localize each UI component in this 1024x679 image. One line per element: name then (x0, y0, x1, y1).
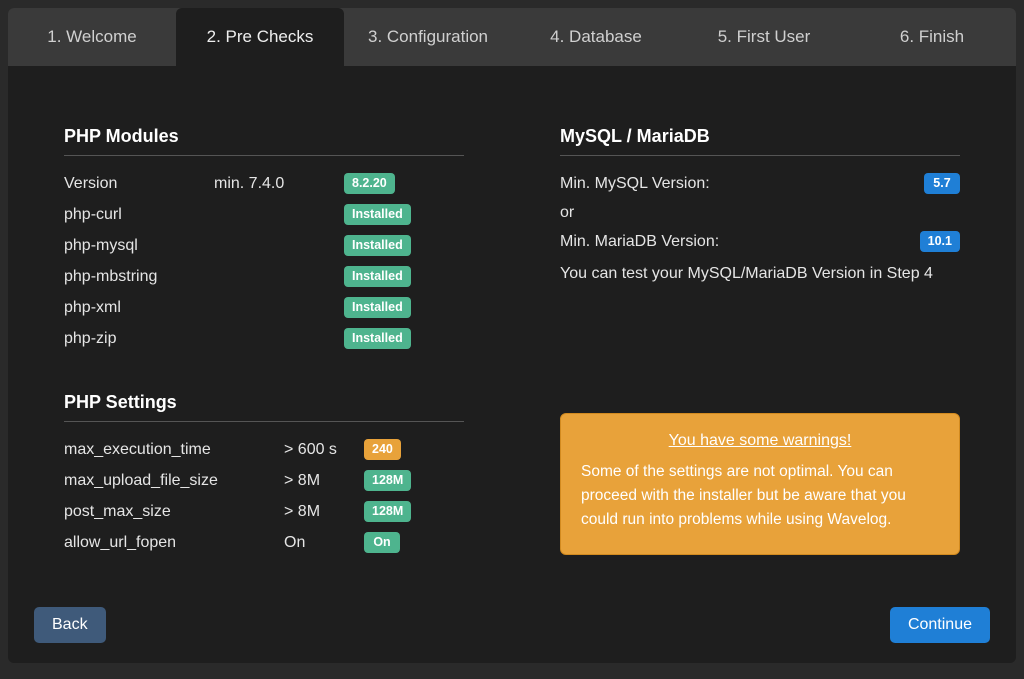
db-title: MySQL / MariaDB (560, 126, 960, 156)
module-name: Version (64, 176, 214, 192)
php-modules-title: PHP Modules (64, 126, 464, 156)
status-badge: Installed (344, 266, 411, 287)
php-module-row: php-xml Installed (64, 292, 464, 323)
module-name: php-xml (64, 300, 214, 316)
or-text: or (560, 205, 574, 221)
php-module-row: php-zip Installed (64, 323, 464, 354)
setting-req: > 8M (284, 473, 364, 489)
content-area: PHP Modules Version min. 7.4.0 8.2.20 ph… (8, 66, 1016, 607)
php-settings-title: PHP Settings (64, 392, 464, 422)
php-module-row: php-mbstring Installed (64, 261, 464, 292)
left-column: PHP Modules Version min. 7.4.0 8.2.20 ph… (64, 126, 464, 607)
setting-name: max_execution_time (64, 442, 284, 458)
setting-req: On (284, 535, 364, 551)
status-badge: 5.7 (924, 173, 960, 194)
module-name: php-zip (64, 331, 214, 347)
status-badge: 128M (364, 501, 411, 522)
module-req: min. 7.4.0 (214, 176, 344, 192)
setting-name: allow_url_fopen (64, 535, 284, 551)
db-mysql-row: Min. MySQL Version: 5.7 (560, 168, 960, 199)
setting-name: post_max_size (64, 504, 284, 520)
php-setting-row: max_upload_file_size > 8M 128M (64, 465, 464, 496)
php-module-row: php-mysql Installed (64, 230, 464, 261)
module-name: php-mysql (64, 238, 214, 254)
installer-panel: 1. Welcome 2. Pre Checks 3. Configuratio… (8, 8, 1016, 663)
wizard-tabs: 1. Welcome 2. Pre Checks 3. Configuratio… (8, 8, 1016, 66)
php-setting-row: max_execution_time > 600 s 240 (64, 434, 464, 465)
status-badge: 10.1 (920, 231, 960, 252)
php-module-row: Version min. 7.4.0 8.2.20 (64, 168, 464, 199)
php-setting-row: allow_url_fopen On On (64, 527, 464, 558)
tab-database[interactable]: 4. Database (512, 8, 680, 66)
tab-pre-checks[interactable]: 2. Pre Checks (176, 8, 344, 66)
back-button[interactable]: Back (34, 607, 106, 643)
tab-welcome[interactable]: 1. Welcome (8, 8, 176, 66)
status-badge: 8.2.20 (344, 173, 395, 194)
php-setting-row: post_max_size > 8M 128M (64, 496, 464, 527)
status-badge: 128M (364, 470, 411, 491)
status-badge: Installed (344, 204, 411, 225)
status-badge: Installed (344, 235, 411, 256)
status-badge: Installed (344, 328, 411, 349)
tab-finish[interactable]: 6. Finish (848, 8, 1016, 66)
php-module-row: php-curl Installed (64, 199, 464, 230)
continue-button[interactable]: Continue (890, 607, 990, 643)
module-name: php-curl (64, 207, 214, 223)
alert-title: You have some warnings! (581, 432, 939, 450)
db-mariadb-row: Min. MariaDB Version: 10.1 (560, 226, 960, 257)
right-column: MySQL / MariaDB Min. MySQL Version: 5.7 … (560, 126, 960, 607)
mysql-label: Min. MySQL Version: (560, 176, 710, 192)
footer: Back Continue (8, 607, 1016, 663)
module-name: php-mbstring (64, 269, 214, 285)
status-badge: 240 (364, 439, 401, 460)
status-badge: On (364, 532, 400, 553)
db-note: You can test your MySQL/MariaDB Version … (560, 265, 960, 283)
db-or-row: or (560, 199, 960, 226)
setting-name: max_upload_file_size (64, 473, 284, 489)
tab-configuration[interactable]: 3. Configuration (344, 8, 512, 66)
warning-alert: You have some warnings! Some of the sett… (560, 413, 960, 555)
status-badge: Installed (344, 297, 411, 318)
setting-req: > 8M (284, 504, 364, 520)
mariadb-label: Min. MariaDB Version: (560, 234, 719, 250)
alert-body: Some of the settings are not optimal. Yo… (581, 460, 939, 532)
tab-first-user[interactable]: 5. First User (680, 8, 848, 66)
setting-req: > 600 s (284, 442, 364, 458)
